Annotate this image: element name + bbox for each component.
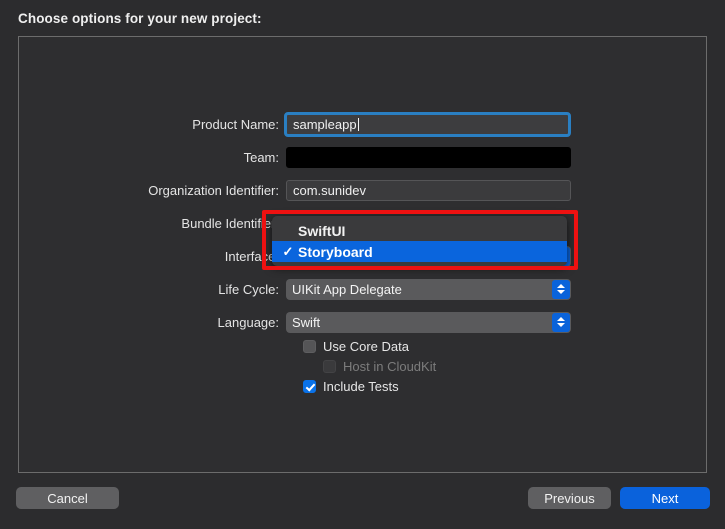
host-in-cloudkit-checkbox: [323, 359, 336, 373]
team-label: Team:: [243, 149, 279, 165]
language-select[interactable]: Swift: [286, 311, 571, 333]
interface-dropdown-menu[interactable]: SwiftUI ✓ Storyboard: [272, 216, 567, 266]
organization-identifier-value: com.sunidev: [293, 182, 366, 198]
use-core-data-label: Use Core Data: [323, 338, 409, 354]
product-name-input[interactable]: sampleapp: [284, 111, 571, 137]
menu-item-swiftui-label: SwiftUI: [298, 222, 346, 239]
life-cycle-label: Life Cycle:: [218, 281, 279, 297]
checkmark-icon: ✓: [282, 243, 294, 259]
page-title: Choose options for your new project:: [18, 11, 262, 26]
checkbox-row-host-in-cloudkit: Host in CloudKit: [323, 357, 436, 375]
menu-item-swiftui[interactable]: SwiftUI: [272, 220, 567, 241]
language-label: Language:: [217, 314, 279, 330]
menu-item-storyboard-label: Storyboard: [298, 243, 373, 260]
product-name-value: sampleapp: [293, 116, 357, 132]
options-checkbox-group: Use Core Data Host in CloudKit Include T…: [303, 337, 436, 397]
team-input[interactable]: [286, 146, 571, 168]
life-cycle-select[interactable]: UIKit App Delegate: [286, 278, 571, 300]
field-row-team: Team:: [19, 146, 706, 168]
new-project-options-dialog: Choose options for your new project: Pro…: [0, 0, 725, 529]
next-button[interactable]: Next: [620, 487, 710, 509]
field-row-product-name: Product Name: sampleapp: [19, 111, 706, 137]
host-in-cloudkit-label: Host in CloudKit: [343, 358, 437, 374]
previous-button[interactable]: Previous: [528, 487, 611, 509]
text-caret: [357, 117, 359, 131]
checkbox-row-include-tests[interactable]: Include Tests: [303, 377, 436, 395]
field-row-organization-identifier: Organization Identifier: com.sunidev: [19, 179, 706, 201]
include-tests-checkbox[interactable]: [303, 379, 316, 393]
field-row-life-cycle: Life Cycle: UIKit App Delegate: [19, 278, 706, 300]
menu-item-storyboard[interactable]: ✓ Storyboard: [272, 241, 567, 262]
language-value: Swift: [292, 314, 321, 330]
product-name-label: Product Name:: [192, 116, 279, 132]
use-core-data-checkbox[interactable]: [303, 339, 316, 353]
cancel-button[interactable]: Cancel: [16, 487, 119, 509]
bundle-identifier-label: Bundle Identifier:: [181, 215, 279, 231]
include-tests-label: Include Tests: [323, 378, 399, 394]
organization-identifier-label: Organization Identifier:: [148, 182, 279, 198]
life-cycle-value: UIKit App Delegate: [292, 281, 402, 297]
field-row-language: Language: Swift: [19, 311, 706, 333]
organization-identifier-input[interactable]: com.sunidev: [286, 179, 571, 201]
interface-label: Interface:: [224, 248, 279, 264]
checkbox-row-use-core-data[interactable]: Use Core Data: [303, 337, 436, 355]
chevron-updown-icon[interactable]: [552, 312, 570, 332]
chevron-updown-icon[interactable]: [552, 279, 570, 299]
